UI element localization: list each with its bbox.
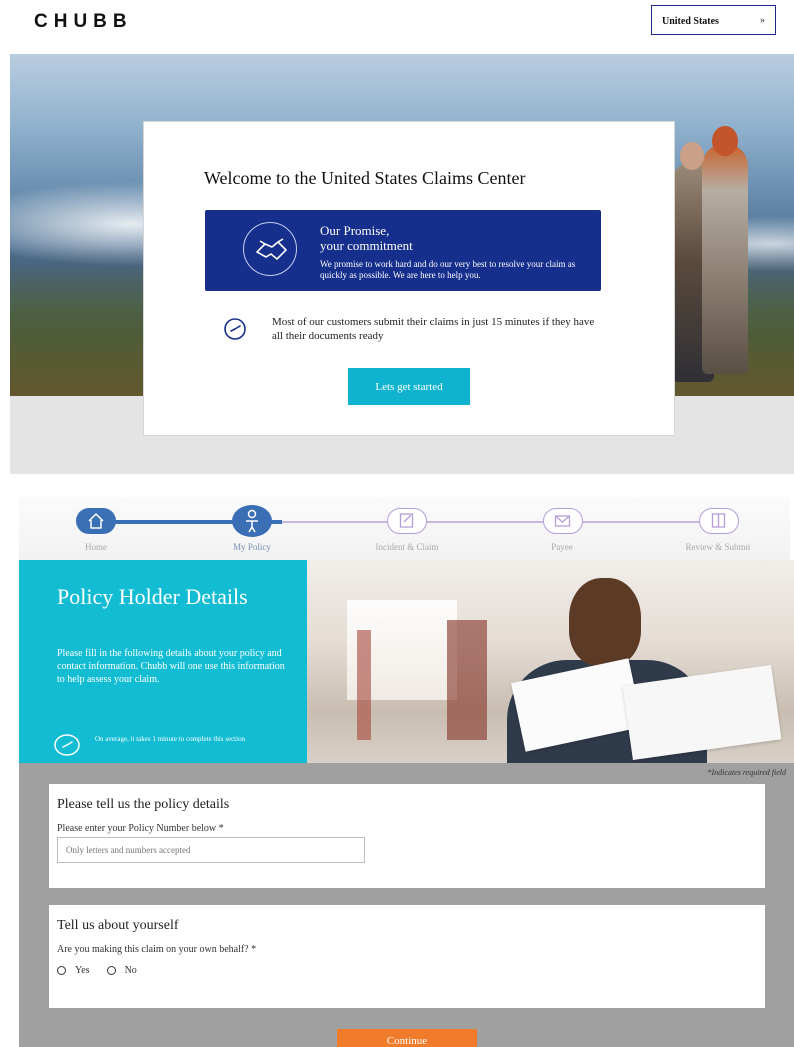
step-label-my-policy[interactable]: My Policy	[233, 542, 271, 552]
hero-couple-figure	[664, 122, 754, 392]
figure-woman-head	[712, 126, 738, 156]
clock-icon	[223, 317, 247, 341]
step-incident-claim[interactable]	[387, 508, 427, 534]
handshake-icon	[243, 222, 297, 276]
clock-icon-svg	[224, 318, 246, 340]
about-yourself-title: Tell us about yourself	[57, 918, 179, 933]
country-select-value: United States	[662, 16, 719, 27]
promise-title-line1: Our Promise,	[320, 223, 390, 238]
welcome-title: Welcome to the United States Claims Cent…	[204, 168, 526, 188]
step-home[interactable]	[76, 508, 116, 534]
policy-holder-description: Please fill in the following details abo…	[57, 648, 285, 685]
welcome-card: Welcome to the United States Claims Cent…	[143, 121, 675, 436]
progress-track-remaining	[282, 521, 722, 523]
figure-man-head	[680, 142, 704, 170]
policy-details-card: Please tell us the policy details Please…	[49, 784, 765, 888]
home-icon	[88, 513, 104, 529]
radio-yes[interactable]	[57, 966, 66, 975]
policy-details-title: Please tell us the policy details	[57, 797, 230, 812]
lets-get-started-button[interactable]: Lets get started	[348, 368, 470, 405]
chubb-logo[interactable]: CHUBB	[34, 11, 133, 33]
policy-number-input[interactable]	[57, 837, 365, 863]
policy-holder-panel: Policy Holder Details Please fill in the…	[19, 560, 307, 763]
own-behalf-question: Are you making this claim on your own be…	[57, 944, 257, 955]
step-my-policy[interactable]	[232, 505, 272, 537]
policy-number-label: Please enter your Policy Number below *	[57, 823, 224, 834]
about-yourself-card: Tell us about yourself Are you making th…	[49, 905, 765, 1008]
handshake-icon-svg	[256, 238, 287, 260]
clock-icon-svg	[54, 734, 80, 756]
envelope-icon	[554, 515, 571, 527]
step-label-payee[interactable]: Payee	[551, 542, 573, 552]
man-reading-documents-photo	[307, 560, 794, 763]
continue-button[interactable]: Continue	[337, 1029, 477, 1047]
progress-steps: Home My Policy Incident & Claim Payee Re…	[19, 497, 790, 560]
radio-no-label[interactable]: No	[125, 965, 137, 976]
country-select[interactable]: United States »	[651, 5, 776, 35]
step-review-submit[interactable]	[699, 508, 739, 534]
section-time-note: On average, it takes 1 minute to complet…	[95, 735, 246, 743]
clock-icon	[53, 732, 81, 758]
edit-icon	[399, 513, 414, 528]
promise-title-line2: your commitment	[320, 238, 413, 253]
radio-no[interactable]	[106, 966, 116, 975]
person-icon	[246, 509, 258, 533]
photo-man-head	[569, 578, 641, 666]
required-field-note: *Indicates required field	[707, 768, 787, 777]
chevron-down-icon: »	[760, 15, 765, 26]
photo-pillar	[357, 630, 371, 740]
radio-yes-label[interactable]: Yes	[75, 965, 90, 976]
step-payee[interactable]	[543, 508, 583, 534]
step-label-incident-claim[interactable]: Incident & Claim	[376, 542, 439, 552]
form-area: *Indicates required field Please tell us…	[19, 763, 794, 1047]
step-label-review-submit[interactable]: Review & Submit	[686, 542, 751, 552]
promise-banner: Our Promise, your commitment We promise …	[205, 210, 601, 291]
document-icon	[711, 513, 726, 528]
own-behalf-radio-group: Yes No	[57, 965, 154, 976]
minutes-info-text: Most of our customers submit their claim…	[272, 316, 595, 342]
top-header: CHUBB United States »	[0, 0, 794, 54]
figure-woman	[702, 144, 748, 374]
step-label-home[interactable]: Home	[85, 542, 107, 552]
photo-door	[447, 620, 487, 740]
policy-holder-title: Policy Holder Details	[57, 584, 248, 609]
promise-description: We promise to work hard and do our very …	[320, 259, 576, 280]
